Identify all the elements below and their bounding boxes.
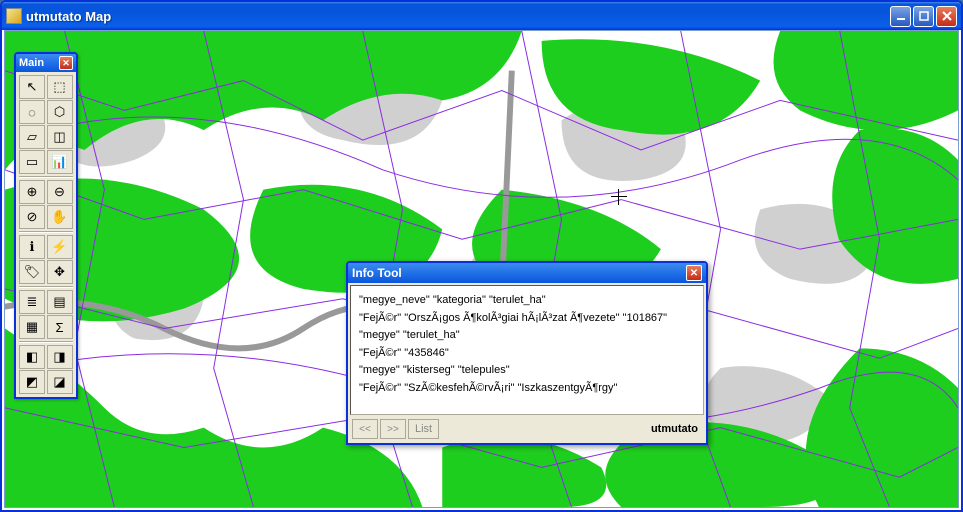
toolbar-separator (19, 176, 73, 178)
toolbox-title: Main (19, 57, 59, 69)
info-row: "FejÃ©r" "SzÃ©kesfehÃ©rvÃ¡ri" "Iszkaszen… (359, 380, 695, 398)
info-source-label: utmutato (651, 423, 702, 435)
main-toolbox[interactable]: Main ✕ ↖⬚◌⬡▱◫▭📊⊕⊖⊘✋ℹ⚡🏷✥≣▤▦Σ◧◨◩◪ (14, 52, 78, 399)
info-tool-close-button[interactable]: ✕ (686, 265, 702, 281)
hotlink-icon[interactable]: ⚡ (47, 235, 73, 259)
info-tool-window[interactable]: Info Tool ✕ "megye_neve" "kategoria" "te… (346, 261, 708, 445)
boundary-select-icon[interactable]: ⬡ (47, 100, 73, 124)
toolbar-separator (19, 231, 73, 233)
minimize-button[interactable] (890, 6, 911, 27)
info-tool-title: Info Tool (352, 266, 686, 280)
polygon-select-icon[interactable]: ▱ (19, 125, 45, 149)
unselect-icon[interactable]: ▭ (19, 150, 45, 174)
info-prev-button[interactable]: << (352, 419, 378, 439)
info-next-button[interactable]: >> (380, 419, 406, 439)
radius-select-icon[interactable]: ◌ (19, 100, 45, 124)
info-tool-titlebar[interactable]: Info Tool ✕ (348, 263, 706, 283)
invert-select-icon[interactable]: ◫ (47, 125, 73, 149)
layer-control-icon[interactable]: ≣ (19, 290, 45, 314)
window-title: utmutato Map (26, 9, 890, 24)
pan-icon[interactable]: ✋ (47, 205, 73, 229)
pointer-icon[interactable]: ↖ (19, 75, 45, 99)
clip-region-icon[interactable]: ◨ (47, 345, 73, 369)
close-button[interactable] (936, 6, 957, 27)
label-icon[interactable]: 🏷 (19, 260, 45, 284)
info-list-button[interactable]: List (408, 419, 439, 439)
toolbox-close-button[interactable]: ✕ (59, 56, 73, 70)
info-row: "FejÃ©r" "435846" (359, 345, 695, 363)
toolbar-separator (19, 286, 73, 288)
info-tool-body[interactable]: "megye_neve" "kategoria" "terulet_ha""Fe… (350, 285, 704, 415)
info-row: "megye" "kisterseg" "telepules" (359, 362, 695, 380)
app-icon (6, 8, 22, 24)
info-tool-footer: << >> List utmutato (348, 417, 706, 443)
legend-icon[interactable]: ▤ (47, 290, 73, 314)
clip-off-icon[interactable]: ◪ (47, 370, 73, 394)
clip-on-icon[interactable]: ◩ (19, 370, 45, 394)
graph-select-icon[interactable]: 📊 (47, 150, 73, 174)
zoom-in-icon[interactable]: ⊕ (19, 180, 45, 204)
toolbar-separator (19, 341, 73, 343)
set-target-icon[interactable]: ◧ (19, 345, 45, 369)
drag-window-icon[interactable]: ✥ (47, 260, 73, 284)
sum-icon[interactable]: Σ (47, 315, 73, 339)
statistics-icon[interactable]: ▦ (19, 315, 45, 339)
info-row: "FejÃ©r" "OrszÃ¡gos Ã¶kolÃ³giai hÃ¡lÃ³za… (359, 310, 695, 328)
toolbox-titlebar[interactable]: Main ✕ (16, 54, 76, 72)
maximize-button[interactable] (913, 6, 934, 27)
zoom-out-icon[interactable]: ⊖ (47, 180, 73, 204)
info-row: "megye_neve" "kategoria" "terulet_ha" (359, 292, 695, 310)
info-tool-icon[interactable]: ℹ (19, 235, 45, 259)
marquee-icon[interactable]: ⬚ (47, 75, 73, 99)
change-view-icon[interactable]: ⊘ (19, 205, 45, 229)
info-row: "megye" "terulet_ha" (359, 327, 695, 345)
titlebar[interactable]: utmutato Map (2, 2, 961, 30)
tool-grid: ↖⬚◌⬡▱◫▭📊⊕⊖⊘✋ℹ⚡🏷✥≣▤▦Σ◧◨◩◪ (16, 72, 76, 397)
